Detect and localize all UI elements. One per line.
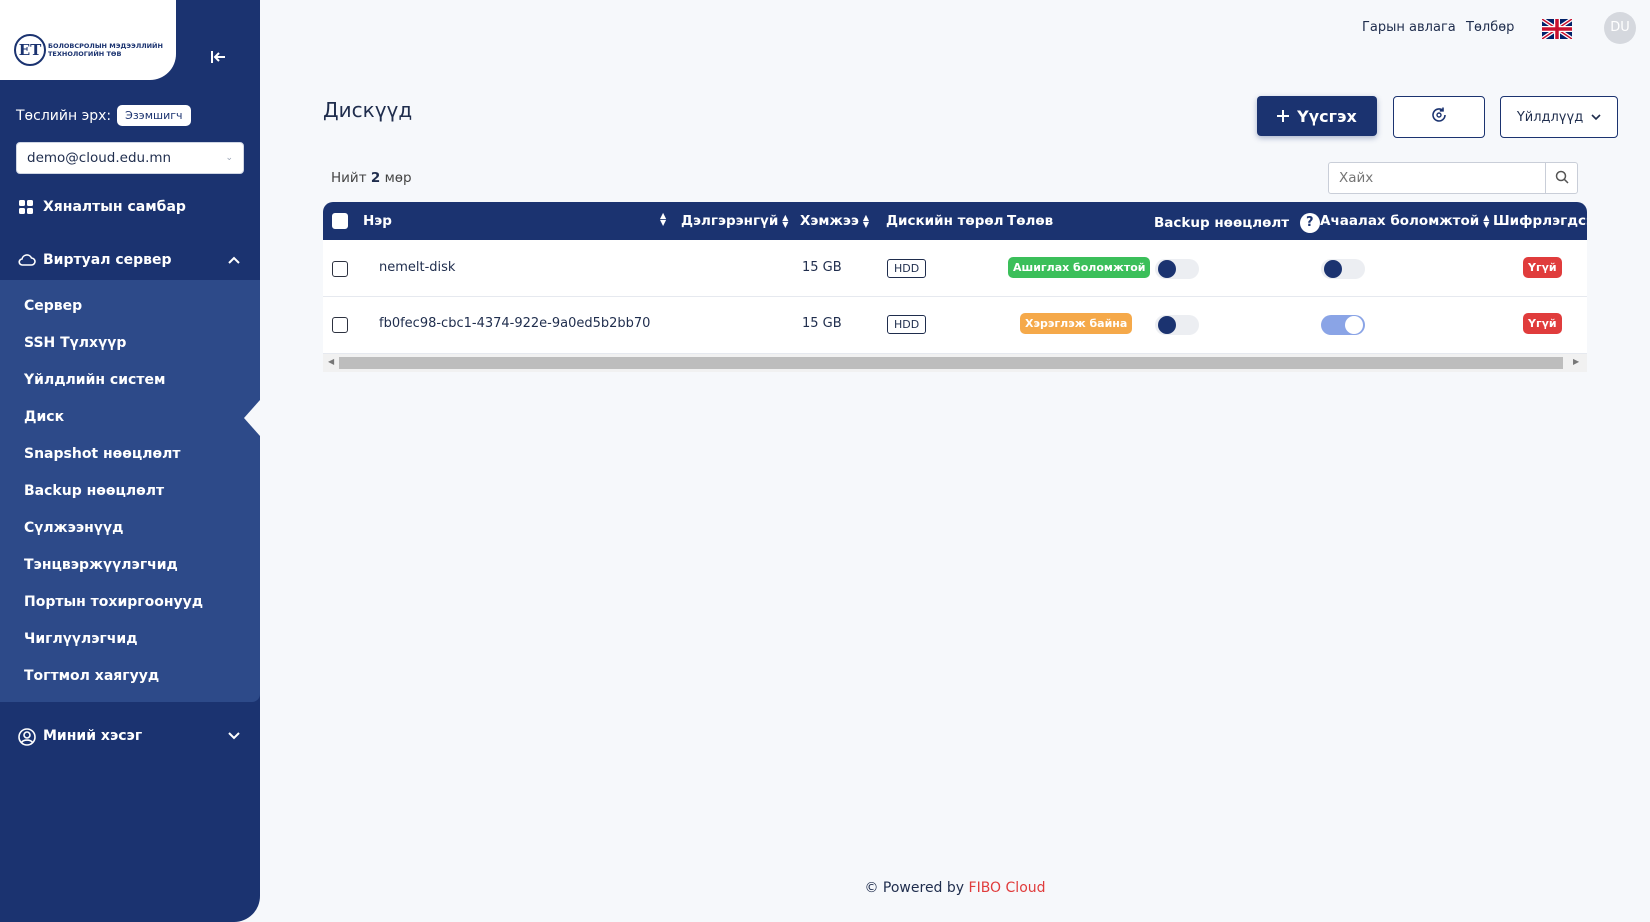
scroll-right-icon[interactable]: ▶: [1573, 357, 1579, 366]
sidebar-item-networks[interactable]: Сүлжээнүүд: [24, 520, 123, 536]
scrollbar-thumb[interactable]: [339, 357, 1563, 369]
plus-icon: [1277, 107, 1290, 126]
search-box: [1328, 162, 1578, 194]
sort-icon: ▲ ▼: [862, 213, 870, 229]
scroll-left-icon[interactable]: ◀: [328, 357, 334, 366]
project-role: Төслийн эрх: Эзэмшигч: [16, 105, 191, 126]
role-badge: Эзэмшигч: [117, 105, 191, 126]
avatar[interactable]: DU: [1604, 12, 1636, 44]
bootable-toggle[interactable]: [1321, 259, 1365, 279]
disk-size: 15 GB: [802, 316, 842, 331]
bootable-toggle[interactable]: [1321, 315, 1365, 335]
actions-dropdown[interactable]: Үйлдлүүд: [1500, 96, 1618, 138]
sidebar-item-disk[interactable]: Диск: [24, 409, 64, 425]
sidebar-item-routers[interactable]: Чиглүүлэгчид: [24, 631, 138, 647]
create-button[interactable]: Үүсгэх: [1257, 96, 1377, 136]
dashboard-icon: [18, 199, 34, 215]
sidebar-item-backup[interactable]: Backup нөөцлөлт: [24, 483, 164, 499]
disk-name-link[interactable]: fb0fec98-cbc1-4374-922e-9a0ed5b2bb70: [379, 316, 650, 331]
sidebar-item-floating-ips[interactable]: Тогтмол хаягууд: [24, 668, 159, 684]
guide-link[interactable]: Гарын авлага: [1362, 20, 1456, 35]
disks-table: Нэр ▲ ▼ Дэлгэрэнгүй ▲ ▼ Хэмжээ ▲ ▼ Дискийн тө…: [323, 202, 1587, 372]
table-header: Нэр ▲ ▼ Дэлгэрэнгүй ▲ ▼ Хэмжээ ▲ ▼ Дискийн тө…: [323, 202, 1587, 240]
encrypted-badge: Үгүй: [1523, 313, 1562, 334]
total-prefix: Нийт: [331, 170, 367, 186]
column-header-status: Төлөв: [1007, 213, 1054, 229]
select-all-checkbox[interactable]: [332, 213, 348, 229]
virtual-server-submenu: Сервер SSH Түлхүүр Үйлдлийн систем Диск …: [0, 280, 260, 702]
sidebar-item-server[interactable]: Сервер: [24, 298, 82, 314]
uk-flag-icon[interactable]: [1540, 17, 1574, 41]
table-row[interactable]: nemelt-disk 15 GB HDD Ашиглах боломжтой …: [323, 240, 1587, 297]
sidebar-item-label: Миний хэсэг: [43, 728, 143, 744]
total-suffix: мөр: [384, 170, 412, 186]
status-badge: Хэрэглэж байна: [1020, 313, 1133, 334]
refresh-button[interactable]: [1393, 96, 1485, 138]
row-checkbox[interactable]: [332, 261, 348, 277]
create-button-label: Үүсгэх: [1297, 106, 1357, 126]
disk-name-link[interactable]: nemelt-disk: [379, 260, 455, 275]
table-row[interactable]: fb0fec98-cbc1-4374-922e-9a0ed5b2bb70 15 …: [323, 297, 1587, 354]
total-count: 2: [370, 170, 381, 186]
sidebar-item-ports[interactable]: Портын тохиргоонууд: [24, 594, 203, 610]
role-label: Төслийн эрх:: [16, 107, 112, 124]
column-header-details[interactable]: Дэлгэрэнгүй ▲ ▼: [681, 213, 788, 229]
logo-text: БОЛОВСРОЛЫН МЭДЭЭЛЛИЙН ТЕХНОЛОГИЙН ТӨВ: [48, 42, 163, 58]
search-button[interactable]: [1545, 163, 1577, 193]
disk-type-badge: HDD: [887, 259, 927, 278]
row-checkbox[interactable]: [332, 317, 348, 333]
sidebar-item-label: Виртуал сервер: [43, 252, 172, 268]
sidebar-item-snapshot[interactable]: Snapshot нөөцлөлт: [24, 446, 181, 462]
column-header-backup: Backup нөөцлөлт ?: [1154, 213, 1320, 233]
sidebar-item-my-section[interactable]: Миний хэсэг: [18, 728, 258, 746]
sidebar-item-ssh-key[interactable]: SSH Түлхүүр: [24, 335, 126, 351]
encrypted-badge: Үгүй: [1523, 257, 1562, 278]
footer-prefix: © Powered by: [864, 880, 965, 896]
actions-dropdown-label: Үйлдлүүд: [1516, 109, 1584, 125]
collapse-sidebar-icon[interactable]: [206, 48, 230, 72]
horizontal-scrollbar[interactable]: ◀ ▶: [323, 354, 1587, 372]
chevron-down-icon: ⌄: [225, 153, 233, 163]
chevron-down-icon: [1591, 110, 1601, 125]
column-header-name[interactable]: Нэр: [363, 213, 392, 229]
sidebar-item-dashboard[interactable]: Хяналтын самбар: [18, 199, 186, 215]
account-select[interactable]: demo@cloud.edu.mn ⌄: [16, 142, 244, 174]
footer-brand-link[interactable]: FIBO Cloud: [969, 880, 1046, 896]
backup-toggle[interactable]: [1155, 315, 1199, 335]
sidebar: ЕТ БОЛОВСРОЛЫН МЭДЭЭЛЛИЙН ТЕХНОЛОГИЙН ТӨ…: [0, 0, 260, 922]
logo-mark: ЕТ: [14, 34, 46, 66]
sidebar-item-virtual-server[interactable]: Виртуал сервер: [18, 252, 258, 268]
user-circle-icon: [18, 728, 36, 746]
disk-type-badge: HDD: [887, 315, 927, 334]
status-badge: Ашиглах боломжтой: [1008, 257, 1151, 278]
payment-link[interactable]: Төлбөр: [1466, 20, 1514, 35]
logo[interactable]: ЕТ БОЛОВСРОЛЫН МЭДЭЭЛЛИЙН ТЕХНОЛОГИЙН ТӨ…: [0, 0, 176, 80]
refresh-icon: [1430, 106, 1448, 128]
column-header-size[interactable]: Хэмжээ ▲ ▼: [800, 213, 869, 229]
page-title: Дискүүд: [323, 98, 413, 122]
cloud-icon: [18, 252, 36, 268]
column-header-encrypted: Шифрлэгдсэн: [1493, 213, 1587, 229]
chevron-up-icon: [228, 253, 240, 267]
search-icon: [1555, 169, 1569, 188]
total-rows: Нийт 2 мөр: [331, 170, 412, 186]
footer: © Powered by FIBO Cloud: [0, 880, 1650, 896]
sidebar-item-load-balancers[interactable]: Тэнцвэржүүлэгчид: [24, 557, 178, 573]
chevron-down-icon: [228, 729, 240, 743]
active-item-indicator: [244, 400, 260, 436]
sidebar-item-label: Хяналтын самбар: [43, 199, 186, 215]
search-input[interactable]: [1329, 163, 1545, 193]
sort-icon[interactable]: ▲ ▼: [656, 211, 666, 227]
account-value: demo@cloud.edu.mn: [27, 150, 172, 166]
disk-size: 15 GB: [802, 260, 842, 275]
backup-toggle[interactable]: [1155, 259, 1199, 279]
column-header-disk-type: Дискийн төрөл: [886, 213, 1004, 229]
help-icon[interactable]: ?: [1299, 213, 1320, 233]
sort-icon: ▲ ▼: [1483, 213, 1490, 229]
column-header-bootable[interactable]: Ачаалах боломжтой ▲ ▼: [1320, 213, 1489, 229]
sort-icon: ▲ ▼: [782, 213, 789, 229]
sidebar-item-os[interactable]: Үйлдлийн систем: [24, 372, 165, 388]
